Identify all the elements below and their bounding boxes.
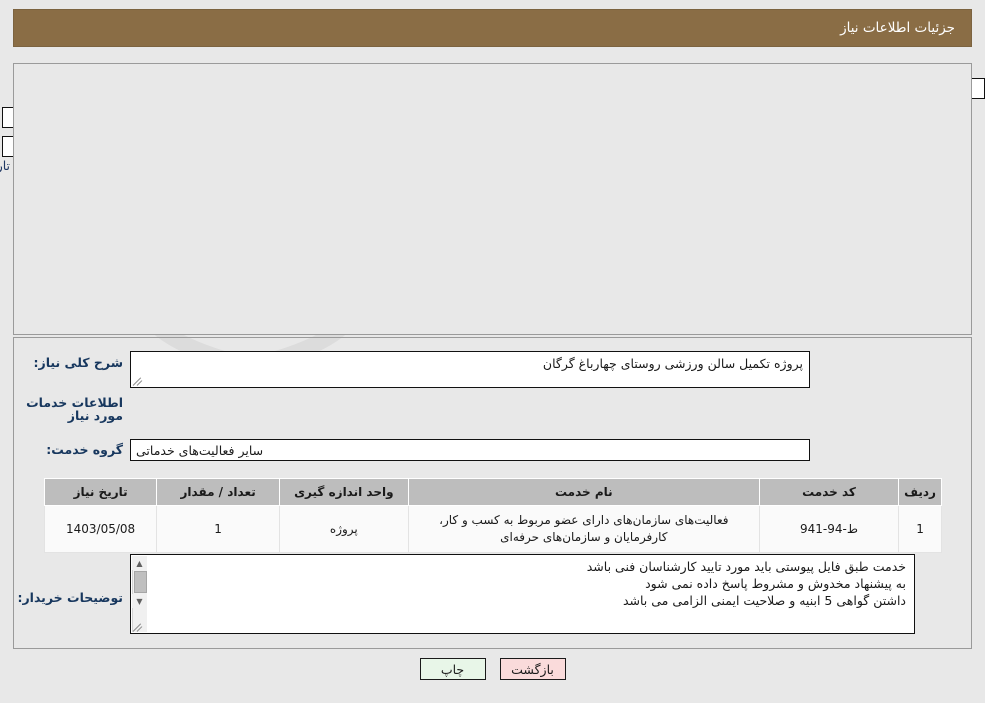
print-button[interactable]: چاپ: [419, 658, 486, 680]
page-title: جزئیات اطلاعات نیاز: [840, 20, 955, 36]
back-button[interactable]: بازگشت: [499, 658, 566, 680]
top-details-panel: [13, 63, 972, 335]
window-title-bar: جزئیات اطلاعات نیاز: [13, 9, 972, 47]
bottom-details-panel: [13, 337, 972, 649]
action-button-bar: بازگشت چاپ: [0, 658, 985, 680]
